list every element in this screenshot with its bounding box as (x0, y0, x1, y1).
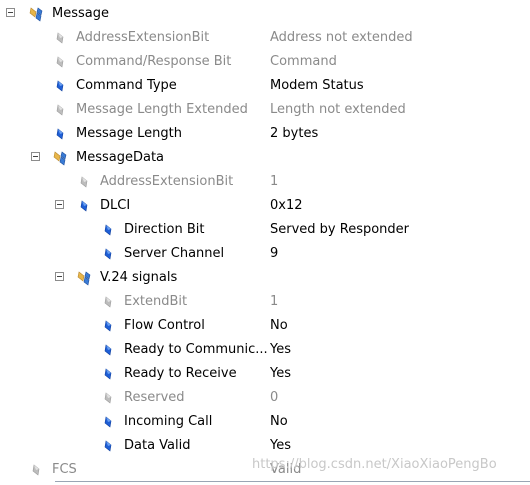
field-active-icon (100, 319, 116, 335)
node-label: AddressExtensionBit (100, 174, 234, 189)
tree-node-flow-control[interactable]: Flow Control No (0, 315, 530, 339)
node-label: AddressExtensionBit (76, 30, 210, 45)
node-label: Data Valid (124, 438, 191, 453)
field-inactive-icon (100, 295, 116, 311)
node-label: FCS (52, 462, 77, 477)
node-value: Address not extended (270, 30, 413, 45)
node-label: Flow Control (124, 318, 205, 333)
field-inactive-icon (52, 103, 68, 119)
node-value: Yes (270, 342, 291, 357)
field-active-icon (52, 79, 68, 95)
tree-node-v24-signals[interactable]: V.24 signals (0, 267, 530, 291)
tree-node-extend-bit[interactable]: ExtendBit 1 (0, 291, 530, 315)
tree-node-address-extension-bit[interactable]: AddressExtensionBit Address not extended (0, 27, 530, 51)
collapse-toggle[interactable] (55, 272, 64, 281)
tree-node-server-channel[interactable]: Server Channel 9 (0, 243, 530, 267)
tree-node-ready-to-communicate[interactable]: Ready to Communic... Yes (0, 339, 530, 363)
node-label: DLCI (100, 198, 131, 213)
collapse-toggle[interactable] (55, 200, 64, 209)
tree-node-message-data[interactable]: MessageData (0, 147, 530, 171)
node-label: Command/Response Bit (76, 54, 232, 69)
field-inactive-icon (52, 55, 68, 71)
tree-node-direction-bit[interactable]: Direction Bit Served by Responder (0, 219, 530, 243)
structure-icon (52, 151, 68, 167)
node-label: Ready to Receive (124, 366, 237, 381)
node-label: Message Length (76, 126, 182, 141)
node-label: Server Channel (124, 246, 225, 261)
field-active-icon (100, 343, 116, 359)
tree-node-incoming-call[interactable]: Incoming Call No (0, 411, 530, 435)
node-value: Yes (270, 438, 291, 453)
tree-node-ready-to-receive[interactable]: Ready to Receive Yes (0, 363, 530, 387)
node-value: Length not extended (270, 102, 406, 117)
tree-node-message-length-extended[interactable]: Message Length Extended Length not exten… (0, 99, 530, 123)
field-active-icon (100, 247, 116, 263)
node-value: Served by Responder (270, 222, 410, 237)
node-value: No (270, 414, 288, 429)
node-value: 2 bytes (270, 126, 319, 141)
node-value: 1 (270, 294, 279, 309)
field-active-icon (100, 223, 116, 239)
node-label: ExtendBit (124, 294, 188, 309)
node-label: Message Length Extended (76, 102, 248, 117)
collapse-toggle[interactable] (31, 152, 40, 161)
node-value: 1 (270, 174, 279, 189)
field-inactive-icon (76, 175, 92, 191)
node-value: No (270, 318, 288, 333)
tree-node-dlci[interactable]: DLCI 0x12 (0, 195, 530, 219)
node-value: Command (270, 54, 337, 69)
node-label: Message (52, 6, 109, 21)
tree-node-md-address-extension-bit[interactable]: AddressExtensionBit 1 (0, 171, 530, 195)
node-label: V.24 signals (100, 270, 178, 285)
node-value: Modem Status (270, 78, 364, 93)
divider (55, 481, 530, 482)
structure-icon (28, 7, 44, 23)
node-label: Command Type (76, 78, 177, 93)
node-label: Incoming Call (124, 414, 213, 429)
field-active-icon (52, 127, 68, 143)
node-value: Valid (270, 462, 302, 477)
node-value: 0x12 (270, 198, 303, 213)
field-inactive-icon (100, 391, 116, 407)
node-label: MessageData (76, 150, 165, 165)
field-active-icon (100, 367, 116, 383)
tree-node-data-valid[interactable]: Data Valid Yes (0, 435, 530, 459)
node-value: 9 (270, 246, 279, 261)
field-inactive-icon (28, 463, 44, 479)
tree-node-message[interactable]: Message (0, 3, 530, 27)
tree-node-fcs[interactable]: FCS Valid (0, 459, 530, 483)
tree-node-message-length[interactable]: Message Length 2 bytes (0, 123, 530, 147)
node-label: Ready to Communic... (124, 342, 268, 357)
tree-node-command-type[interactable]: Command Type Modem Status (0, 75, 530, 99)
structure-icon (76, 271, 92, 287)
field-active-icon (76, 199, 92, 215)
node-value: Yes (270, 366, 291, 381)
field-active-icon (100, 415, 116, 431)
field-inactive-icon (52, 31, 68, 47)
node-label: Direction Bit (124, 222, 205, 237)
collapse-toggle[interactable] (6, 8, 15, 17)
field-active-icon (100, 439, 116, 455)
node-label: Reserved (124, 390, 185, 405)
tree-node-command-response-bit[interactable]: Command/Response Bit Command (0, 51, 530, 75)
node-value: 0 (270, 390, 279, 405)
tree-node-reserved[interactable]: Reserved 0 (0, 387, 530, 411)
